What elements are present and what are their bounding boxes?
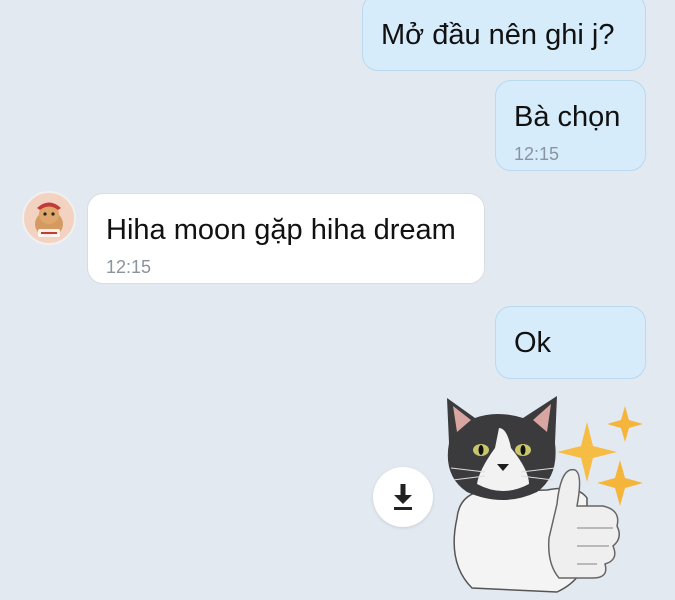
message-bubble-outgoing[interactable]: Bà chọn 12:15 bbox=[495, 80, 646, 171]
cat-thumbs-up-icon bbox=[447, 396, 643, 593]
message-text: Ok bbox=[514, 327, 552, 359]
message-time: 12:15 bbox=[106, 257, 152, 277]
contact-avatar[interactable] bbox=[22, 191, 76, 245]
avatar-cat-icon bbox=[24, 193, 74, 243]
message-bubble-outgoing[interactable]: Ok bbox=[495, 306, 646, 379]
message-bubble-outgoing[interactable]: Mở đầu nên ghi j? bbox=[362, 0, 646, 71]
message-text: Mở đầu nên ghi j? bbox=[381, 19, 615, 51]
message-text: Hiha moon gặp hiha dream bbox=[106, 214, 456, 246]
download-button[interactable] bbox=[373, 467, 433, 527]
cat-thumbs-up-sticker[interactable] bbox=[437, 388, 655, 600]
message-time: 12:15 bbox=[514, 144, 560, 164]
message-bubble-incoming[interactable]: Hiha moon gặp hiha dream 12:15 bbox=[87, 193, 485, 284]
chat-area: Mở đầu nên ghi j? Bà chọn 12:15 Hiha moo… bbox=[0, 0, 675, 600]
message-text: Bà chọn bbox=[514, 101, 621, 133]
download-icon bbox=[394, 484, 412, 510]
